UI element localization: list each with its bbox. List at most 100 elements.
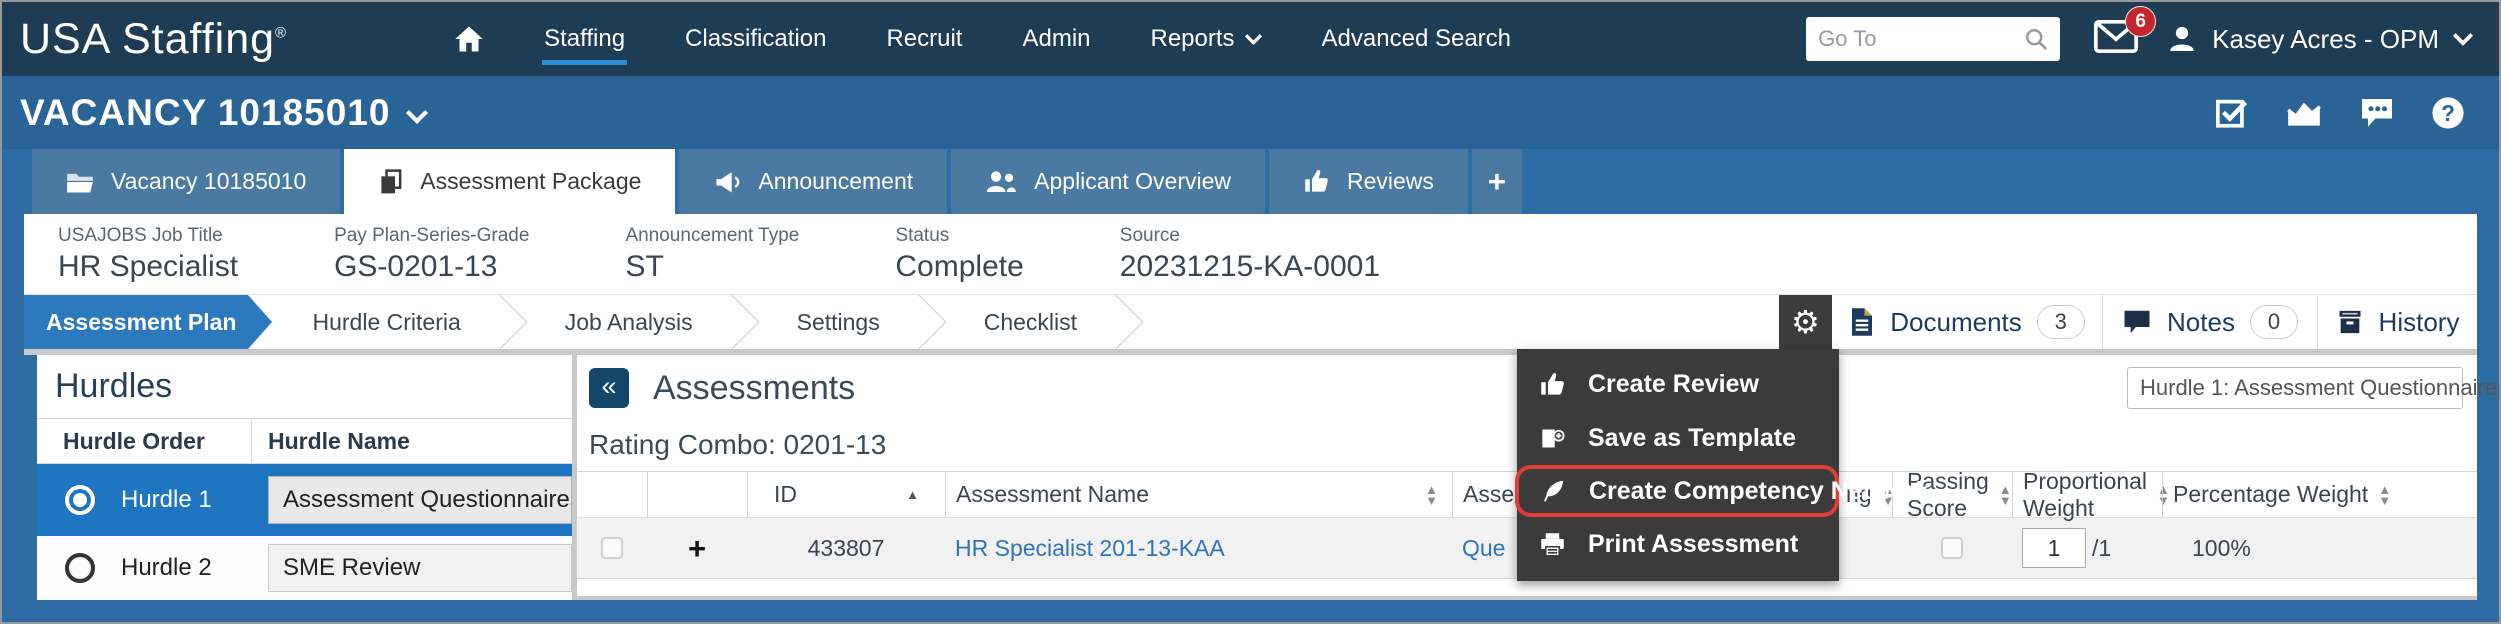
hurdle-row-1[interactable]: Hurdle 1 Assessment Questionnaires (37, 464, 572, 536)
field-source: Source 20231215-KA-0001 (1120, 225, 1380, 284)
subtab-settings[interactable]: Settings (763, 295, 914, 349)
hurdle-select[interactable]: Hurdle 1: Assessment Questionnaires ▼ (2127, 367, 2499, 409)
metrics-button[interactable] (2285, 97, 2323, 129)
hurdles-title: Hurdles (55, 367, 173, 405)
hurdle-row-2[interactable]: Hurdle 2 SME Review (37, 536, 572, 600)
sort-icon: ▲ ▼ (1425, 481, 1438, 508)
note-icon (2124, 310, 2150, 334)
svg-text:?: ? (2441, 99, 2455, 125)
nav-staffing[interactable]: Staffing (542, 9, 628, 69)
assessment-name-link[interactable]: HR Specialist 201-13-KAA (955, 535, 1225, 562)
assessment-subnav: Assessment Plan Hurdle Criteria Job Anal… (24, 294, 2477, 349)
col-assessment-name[interactable]: Assessment Name ▲ ▼ (945, 472, 1452, 517)
menu-print-assessment[interactable]: Print Assessment (1517, 517, 1839, 571)
feedback-button[interactable] (2359, 96, 2395, 129)
expand-row-button[interactable]: + (688, 533, 706, 564)
vacancy-title[interactable]: VACANCY 10185010 (20, 92, 390, 134)
nav-classification[interactable]: Classification (683, 9, 828, 69)
hurdle-name-box[interactable]: Assessment Questionnaires (268, 476, 572, 524)
chevron-down-icon (1244, 33, 1262, 45)
col-percentage-weight[interactable]: Percentage Weight ▲ ▼ (2162, 472, 2477, 517)
col-hurdle-order: Hurdle Order (37, 419, 252, 463)
nav-reports[interactable]: Reports (1149, 9, 1264, 69)
tab-label: Applicant Overview (1034, 168, 1231, 194)
collapse-panel-button[interactable]: « (589, 368, 629, 408)
col-type-label: Asse (1463, 481, 1515, 507)
history-icon (2339, 310, 2361, 334)
chat-dots-icon (2362, 99, 2392, 127)
field-value: HR Specialist (58, 249, 239, 283)
search-icon[interactable] (2024, 27, 2048, 51)
history-button[interactable]: History (2317, 295, 2477, 349)
col-name-label: Assessment Name (956, 481, 1150, 507)
registered-mark: ® (275, 24, 288, 42)
tasks-icon (2215, 99, 2248, 128)
tab-vacancy[interactable]: Vacancy 10185010 (32, 149, 341, 214)
radio-selected-icon[interactable] (65, 485, 95, 515)
col-proportional-weight[interactable]: Proportional Weight ▲ ▼ (2012, 468, 2170, 521)
gear-menu-button[interactable]: ⚙ (1779, 295, 1832, 349)
menu-item-label: Print Assessment (1588, 529, 1799, 558)
chevron-separator-icon (495, 295, 531, 349)
radio-unselected-icon[interactable] (65, 553, 95, 583)
topbar-right: 6 Kasey Acres - OPM (1806, 6, 2473, 61)
nav-recruit[interactable]: Recruit (884, 9, 964, 69)
pages-icon (381, 168, 402, 193)
usa-staffing-app: USA Staffing® Staffing Classification Re… (0, 0, 2501, 624)
documents-count: 3 (2036, 305, 2085, 339)
tab-assessment-package[interactable]: Assessment Package (344, 149, 676, 214)
tab-announcement[interactable]: Announcement (679, 149, 948, 214)
tab-label: Announcement (758, 168, 914, 194)
goto-input[interactable] (1818, 26, 2025, 52)
tab-applicant-overview[interactable]: Applicant Overview (951, 149, 1265, 214)
subtab-hurdle-criteria[interactable]: Hurdle Criteria (278, 295, 494, 349)
notes-button[interactable]: Notes 0 (2102, 295, 2317, 349)
plus-icon: + (1487, 163, 1506, 199)
nav-admin[interactable]: Admin (1020, 9, 1092, 69)
hurdle-order-label: Hurdle 2 (121, 554, 212, 581)
subtab-job-analysis[interactable]: Job Analysis (531, 295, 727, 349)
menu-create-review[interactable]: Create Review (1517, 357, 1839, 411)
history-label: History (2378, 306, 2460, 337)
inbox-button[interactable]: 6 (2094, 6, 2157, 58)
assessment-type-partial: Que (1462, 534, 1506, 561)
help-button[interactable]: ? (2431, 96, 2465, 130)
menu-save-as-template[interactable]: Save as Template (1517, 411, 1839, 465)
home-nav[interactable] (452, 9, 486, 69)
tab-label: Reviews (1347, 168, 1434, 194)
megaphone-icon (716, 171, 740, 192)
assessment-plan-content: Hurdles Hurdle Order Hurdle Name Hurdle … (24, 349, 2499, 622)
printer-icon (1541, 532, 1564, 557)
app-logo[interactable]: USA Staffing® (20, 15, 287, 64)
subtab-checklist[interactable]: Checklist (950, 295, 1111, 349)
assessment-id: 433807 (807, 534, 885, 561)
col-expand (647, 472, 747, 517)
passing-score-checkbox[interactable] (1941, 537, 1963, 559)
field-label: Status (895, 224, 950, 246)
gear-dropdown-menu: Create Review Save as Template Create Co… (1515, 349, 1929, 581)
hurdle-name-box[interactable]: SME Review (268, 544, 572, 592)
feather-icon (1544, 480, 1564, 502)
nav-advanced-search[interactable]: Advanced Search (1320, 9, 1513, 69)
chevron-down-icon[interactable] (406, 109, 429, 124)
row-checkbox[interactable] (601, 537, 623, 559)
col-id[interactable]: ID ▲ (747, 472, 945, 517)
proportional-weight-input[interactable] (2022, 528, 2086, 568)
chevron-down-icon (2453, 32, 2473, 46)
sort-icon: ▲ ▼ (2378, 481, 2392, 508)
chart-icon (2287, 102, 2321, 126)
gear-icon: ⚙ (1791, 303, 1820, 341)
add-tab-button[interactable]: + (1471, 149, 1522, 214)
menu-create-competency-network[interactable]: Create Competency Network (1515, 465, 1929, 517)
tasks-button[interactable] (2215, 96, 2249, 130)
col-select (577, 472, 647, 517)
subtab-assessment-plan[interactable]: Assessment Plan (24, 295, 274, 349)
vacancy-tools: ? (2215, 96, 2465, 130)
inbox-count-badge: 6 (2125, 6, 2157, 37)
hurdle-order-label: Hurdle 1 (121, 486, 212, 513)
documents-button[interactable]: Documents 3 (1832, 295, 2102, 349)
logo-text: USA Staffing (20, 14, 276, 63)
user-menu[interactable]: Kasey Acres - OPM (2166, 23, 2473, 55)
tab-reviews[interactable]: Reviews (1269, 149, 1468, 214)
field-label: Pay Plan-Series-Grade (334, 224, 530, 246)
